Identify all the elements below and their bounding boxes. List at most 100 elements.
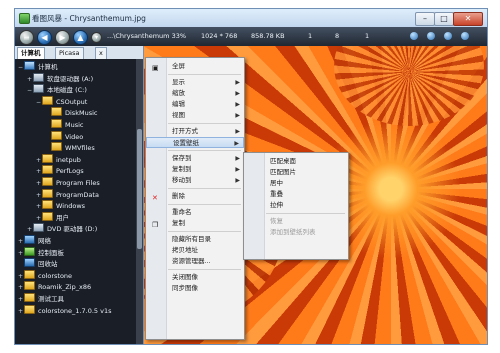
maximize-button[interactable]: □ [434,12,454,26]
menu-item[interactable]: 隐藏所有目录 [146,234,244,245]
menu-item[interactable]: 居中 [244,178,348,189]
help-icon[interactable] [461,32,469,40]
title-bar[interactable]: 看图风暴 - Chrysanthemum.jpg – □ ✕ [15,9,487,27]
tree-item[interactable]: + Windows [36,200,85,211]
menu-item[interactable]: ▣ 全屏 [146,61,244,72]
folder-icon [51,142,62,152]
menu-icon[interactable]: ≡ [19,30,34,45]
menu-item[interactable]: 拉伸 [244,200,348,211]
tree-item-label: 软盘驱动器 (A:) [47,74,94,83]
zoom-value-display: 8 [335,32,340,40]
menu-item[interactable]: 重命名 [146,207,244,218]
tab-computer[interactable]: 计算机 [17,47,45,59]
tree-item[interactable]: + colorstone_1.7.0.5 v1s [18,304,112,316]
tree-item[interactable]: Music [45,119,84,130]
tree-item-label: colorstone [38,271,73,280]
menu-item[interactable]: 复制到 ▶ [146,164,244,175]
minimize-button[interactable]: – [415,12,435,26]
tree-item-label: 计算机 [38,63,58,71]
menu-item[interactable]: ✕ 删除 [146,191,244,202]
settings-icon[interactable] [444,32,452,40]
menu-item[interactable]: 拷贝地址 [146,245,244,256]
menu-item[interactable]: 移动到 ▶ [146,175,244,186]
menu-item[interactable]: 重叠 [244,189,348,200]
menu-item-label: 移动到 [172,176,192,184]
tree-item-label: 回收站 [38,260,58,269]
tree-item-label: colorstone_1.7.0.5 v1s [38,306,112,315]
folder-panel: 计算机 Picasa x − 计算机 + 软盘驱动器 (A:) − 本地磁盘 (C:) − C… [15,46,144,344]
tree-item[interactable]: Video [45,130,83,142]
menu-item[interactable]: 视图 ▶ [146,110,244,121]
up-icon[interactable]: ▲ [73,30,88,45]
menu-item[interactable]: 匹配图片 [244,167,348,178]
floppy-icon [33,72,44,82]
submenu-arrow-icon: ▶ [235,90,240,97]
tree-item-label: Windows [56,202,86,211]
menu-item[interactable]: 设置壁纸 ▶ [146,137,244,148]
info-icon[interactable] [410,32,418,40]
menu-item[interactable]: 显示 ▶ [146,77,244,88]
menu-item-label: 恢复 [270,217,283,225]
menu-item[interactable]: 关闭图像 [146,272,244,283]
submenu-arrow-icon: ▶ [235,79,240,86]
menu-item[interactable]: 打开方式 ▶ [146,126,244,137]
tree-item[interactable]: + 软盘驱动器 (A:) [27,72,94,84]
tree-item[interactable]: + 测试工具 [18,293,64,304]
tree-item-label: inetpub [56,155,81,164]
app-window: 看图风暴 - Chrysanthemum.jpg – □ ✕ ≡ ◀ ▶ ▲ ▾… [14,8,488,345]
tree-item[interactable]: + DVD 驱动器 (D:) [27,223,97,234]
dimensions-display: 1024 * 768 [201,32,238,40]
back-icon[interactable]: ◀ [37,30,52,45]
folder-icon [42,177,53,186]
tree-item[interactable]: + 网络 [18,235,51,246]
menu-item[interactable]: 资源管理器... [146,256,244,267]
tree-item-label: CSOutput [56,97,88,106]
folder-icon [51,107,62,117]
tree-item[interactable]: − 计算机 [18,61,58,72]
menu-item-label: 打开方式 [172,127,198,135]
tab-close-icon[interactable]: x [95,47,107,59]
menu-separator [168,150,241,151]
tree-item[interactable]: WMVfiles [45,142,95,153]
tree-item[interactable]: + Roamik_Zip_x86 [18,281,91,292]
menu-item[interactable]: ❐ 复制 [146,218,244,229]
tree-scrollbar[interactable] [136,59,143,344]
tree-item[interactable]: + 控制面板 [18,246,64,258]
tree-item[interactable]: + inetpub [36,153,81,165]
tab-picasa[interactable]: Picasa [55,47,84,59]
menu-item[interactable]: 编辑 ▶ [146,99,244,110]
tree-item[interactable]: + ProgramData [36,188,99,200]
folder-icon [24,304,35,314]
computer-icon [24,61,35,70]
tree-item-label: DVD 驱动器 (D:) [47,225,98,234]
tree-item[interactable]: + 用户 [36,211,69,223]
folder-icon [42,188,53,198]
menu-separator [168,269,241,270]
folder-icon [42,165,53,175]
tree-item-label: Roamik_Zip_x86 [38,283,92,292]
menu-item[interactable]: 同步图像 [146,283,244,294]
tree-item-label: 用户 [56,213,69,222]
menu-item: 添加到壁纸列表 [244,227,348,238]
tree-item[interactable]: + PerfLogs [36,165,84,176]
tree-item[interactable]: 回收站 [18,258,58,269]
submenu-arrow-icon: ▶ [235,101,240,108]
menu-item-label: 拷贝地址 [172,246,198,254]
menu-item[interactable]: 缩放 ▶ [146,88,244,99]
forward-icon[interactable]: ▶ [55,30,70,45]
menu-item-label: 全屏 [172,62,185,70]
tree-item[interactable]: DiskMusic [45,107,97,118]
menu-item[interactable]: 保存到 ▶ [146,153,244,164]
close-button[interactable]: ✕ [453,12,483,26]
menu-item[interactable]: 匹配桌面 [244,156,348,167]
tree-item[interactable]: − CSOutput [36,95,88,107]
menu-item-label: 添加到壁纸列表 [270,228,316,236]
rotate-icon[interactable] [427,32,435,40]
scrollbar-thumb[interactable] [137,129,142,249]
tree-item[interactable]: + colorstone [18,269,73,281]
tree-item[interactable]: − 本地磁盘 (C:) [27,84,87,95]
dropdown-icon[interactable]: ▾ [91,32,102,43]
tree-item[interactable]: + Program Files [36,177,100,188]
menu-separator [266,213,345,214]
wallpaper-submenu: 匹配桌面 匹配图片 居中 重叠 拉伸恢复添加到壁纸列表 [243,152,349,260]
